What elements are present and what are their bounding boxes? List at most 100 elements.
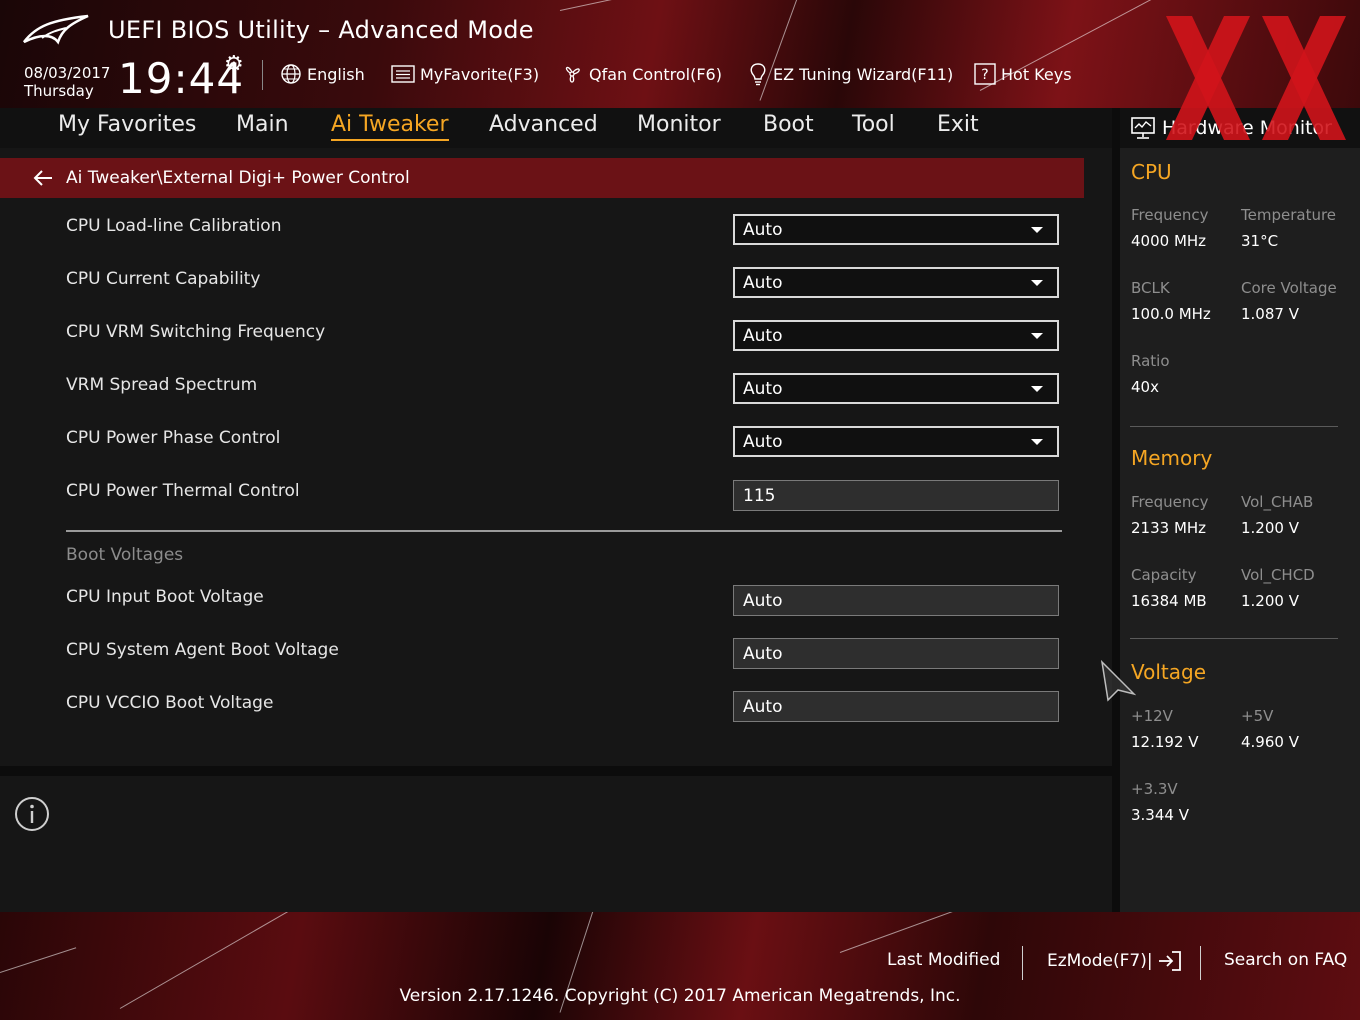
decor-streak — [559, 0, 932, 11]
section-divider — [66, 530, 1062, 532]
current-capability-value: Auto — [743, 272, 783, 293]
hw-33v-value: 3.344 V — [1131, 806, 1189, 824]
setting-label-sa-boot-voltage: CPU System Agent Boot Voltage — [66, 640, 339, 660]
help-box-icon: ? — [974, 63, 996, 85]
setting-label-vrm-spread: VRM Spread Spectrum — [66, 375, 258, 395]
search-on-faq-button[interactable]: Search on FAQ — [1224, 950, 1347, 970]
power-phase-value: Auto — [743, 431, 783, 452]
language-button[interactable]: English — [280, 62, 365, 86]
tab-ai-tweaker[interactable]: Ai Tweaker — [331, 112, 449, 141]
setting-label-power-phase: CPU Power Phase Control — [66, 428, 281, 448]
hw-bclk-label: BCLK — [1131, 279, 1170, 297]
mouse-pointer-icon — [1100, 660, 1136, 702]
setting-label-vccio-boot-voltage: CPU VCCIO Boot Voltage — [66, 693, 274, 713]
breadcrumb: Ai Tweaker\External Digi+ Power Control — [0, 158, 1084, 198]
setting-label-vrm-switching: CPU VRM Switching Frequency — [66, 322, 326, 342]
hw-mem-frequency-value: 2133 MHz — [1131, 519, 1207, 537]
hw-ratio-value: 40x — [1131, 378, 1159, 396]
decor-streak — [0, 947, 77, 973]
rog-logo-icon — [23, 14, 89, 45]
list-icon — [391, 65, 415, 83]
exit-arrow-icon — [1158, 951, 1181, 971]
last-modified-button[interactable]: Last Modified — [887, 950, 1000, 970]
hw-core-voltage-value: 1.087 V — [1241, 305, 1299, 323]
footer-bar: Last Modified EzMode(F7)| Search on FAQ … — [0, 912, 1360, 1020]
chevron-down-icon — [1031, 439, 1043, 445]
watermark-xx-logo — [1166, 16, 1346, 140]
vccio-boot-voltage-input[interactable]: Auto — [733, 691, 1059, 722]
vrm-switching-frequency-select[interactable]: Auto — [733, 320, 1059, 351]
qfan-label: Qfan Control(F6) — [589, 64, 722, 84]
input-boot-voltage-input[interactable]: Auto — [733, 585, 1059, 616]
hot-keys-label: Hot Keys — [1001, 64, 1072, 84]
ezmode-label: EzMode(F7)| — [1047, 951, 1153, 971]
hw-vol-chab-value: 1.200 V — [1241, 519, 1299, 537]
load-line-value: Auto — [743, 219, 783, 240]
input-boot-voltage-value: Auto — [743, 590, 783, 611]
vrm-switching-value: Auto — [743, 325, 783, 346]
hw-12v-label: +12V — [1131, 707, 1173, 725]
system-agent-boot-voltage-input[interactable]: Auto — [733, 638, 1059, 669]
tab-tool[interactable]: Tool — [852, 112, 895, 139]
lightbulb-icon — [750, 63, 766, 86]
vrm-spread-value: Auto — [743, 378, 783, 399]
hw-voltage-heading: Voltage — [1131, 660, 1207, 684]
chevron-down-icon — [1031, 333, 1043, 339]
hw-cpu-temperature-value: 31°C — [1241, 232, 1279, 250]
ez-tuning-label: EZ Tuning Wizard(F11) — [773, 64, 954, 84]
hw-cpu-frequency-value: 4000 MHz — [1131, 232, 1207, 250]
tab-main[interactable]: Main — [236, 112, 289, 139]
setting-label-current-capability: CPU Current Capability — [66, 269, 261, 289]
footer-divider — [1022, 946, 1023, 980]
hw-5v-label: +5V — [1241, 707, 1274, 725]
info-icon — [15, 797, 49, 831]
hw-divider — [1130, 426, 1338, 427]
tab-advanced[interactable]: Advanced — [489, 112, 598, 139]
tab-my-favorites[interactable]: My Favorites — [58, 112, 196, 139]
ez-tuning-wizard-button[interactable]: EZ Tuning Wizard(F11) — [748, 62, 953, 86]
back-arrow-icon[interactable] — [32, 167, 54, 189]
footer-divider — [1200, 946, 1201, 980]
version-text: Version 2.17.1246. Copyright (C) 2017 Am… — [399, 986, 961, 1006]
hw-cpu-temperature-label: Temperature — [1241, 206, 1337, 224]
hw-vol-chab-label: Vol_CHAB — [1241, 493, 1314, 511]
chevron-down-icon — [1031, 227, 1043, 233]
power-phase-control-select[interactable]: Auto — [733, 426, 1059, 457]
clock-settings-gear-icon[interactable]: ⚙ — [224, 52, 244, 77]
language-label: English — [307, 64, 365, 84]
current-capability-select[interactable]: Auto — [733, 267, 1059, 298]
load-line-calibration-select[interactable]: Auto — [733, 214, 1059, 245]
myfavorite-label: MyFavorite(F3) — [420, 64, 540, 84]
myfavorite-button[interactable]: MyFavorite(F3) — [391, 62, 539, 86]
svg-text:?: ? — [981, 67, 988, 83]
hw-core-voltage-label: Core Voltage — [1241, 279, 1337, 297]
hot-keys-button[interactable]: ? Hot Keys — [974, 62, 1072, 86]
monitor-icon — [1131, 117, 1155, 139]
hw-5v-value: 4.960 V — [1241, 733, 1299, 751]
vccio-boot-voltage-value: Auto — [743, 696, 783, 717]
hw-capacity-value: 16384 MB — [1131, 592, 1207, 610]
toolbar-divider — [262, 60, 263, 90]
chevron-down-icon — [1031, 386, 1043, 392]
setting-label-input-boot-voltage: CPU Input Boot Voltage — [66, 587, 264, 607]
hw-cpu-heading: CPU — [1131, 160, 1172, 184]
hw-vol-chcd-value: 1.200 V — [1241, 592, 1299, 610]
hw-memory-heading: Memory — [1131, 446, 1213, 470]
hw-bclk-value: 100.0 MHz — [1131, 305, 1211, 323]
qfan-control-button[interactable]: Qfan Control(F6) — [560, 62, 722, 86]
hw-mem-frequency-label: Frequency — [1131, 493, 1209, 511]
settings-panel: Ai Tweaker\External Digi+ Power Control … — [0, 148, 1112, 766]
hw-33v-label: +3.3V — [1131, 780, 1178, 798]
hardware-monitor-panel: Hardware Monitor CPU Frequency 4000 MHz … — [1120, 108, 1360, 912]
hw-divider — [1130, 638, 1338, 639]
tab-monitor[interactable]: Monitor — [637, 112, 721, 139]
tab-exit[interactable]: Exit — [937, 112, 979, 139]
sa-boot-voltage-value: Auto — [743, 643, 783, 664]
power-thermal-control-input[interactable]: 115 — [733, 480, 1059, 511]
chevron-down-icon — [1031, 280, 1043, 286]
tab-boot[interactable]: Boot — [763, 112, 814, 139]
vrm-spread-spectrum-select[interactable]: Auto — [733, 373, 1059, 404]
ezmode-button[interactable]: EzMode(F7)| — [1047, 950, 1183, 972]
boot-voltages-heading: Boot Voltages — [66, 545, 184, 565]
setting-label-power-thermal: CPU Power Thermal Control — [66, 481, 300, 501]
